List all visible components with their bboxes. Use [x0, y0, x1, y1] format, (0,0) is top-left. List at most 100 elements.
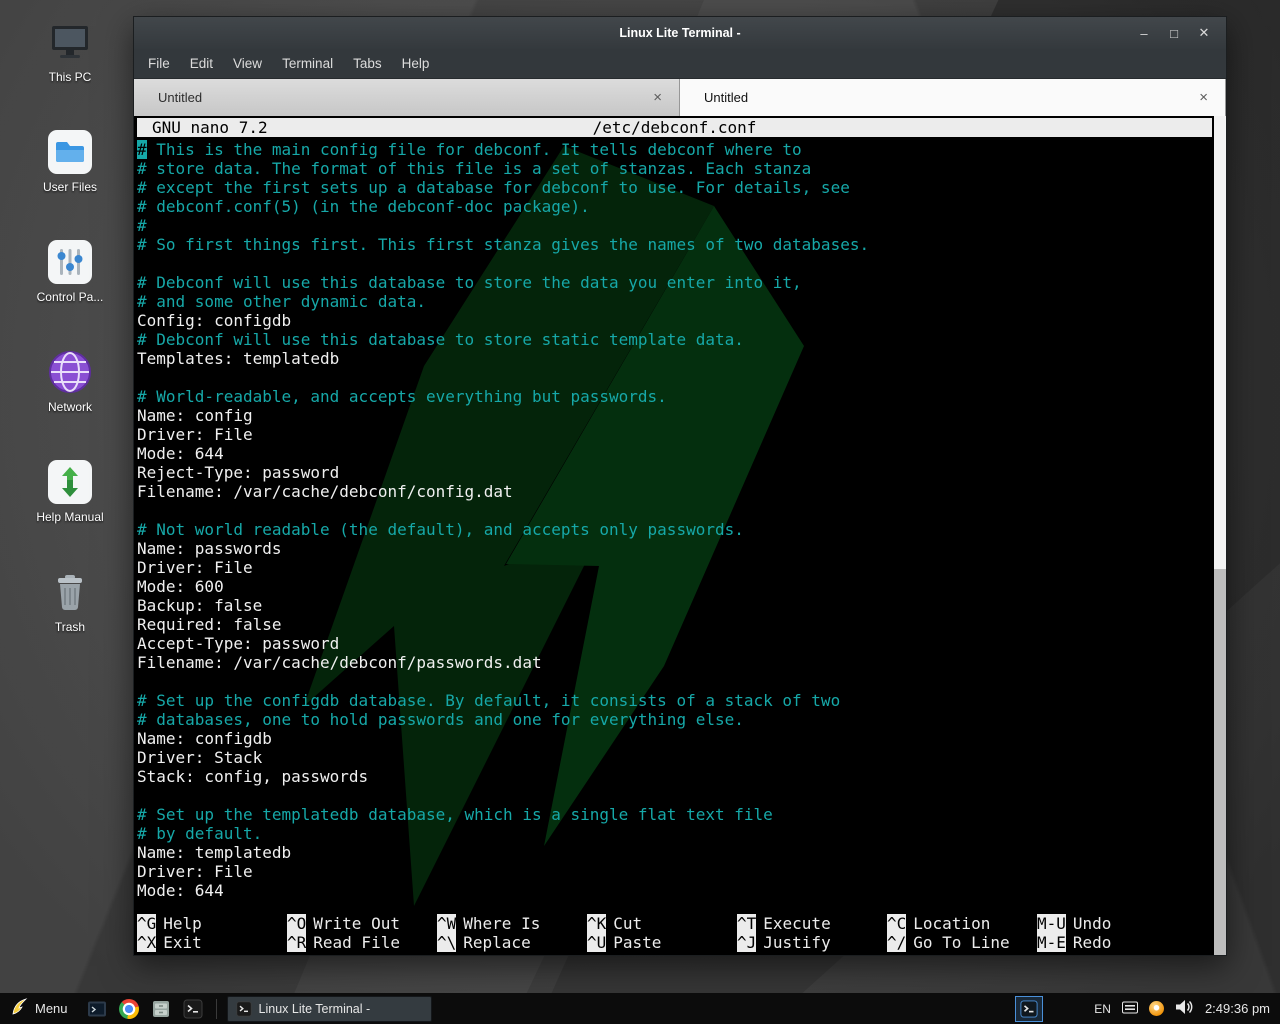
folder-icon: [46, 128, 94, 176]
shortcut-key: ^/: [887, 933, 906, 952]
keyboard-layout-label[interactable]: EN: [1094, 1002, 1111, 1016]
editor-line: # by default.: [137, 824, 1212, 843]
shortcut-go-to-line[interactable]: ^/Go To Line: [887, 933, 1037, 952]
desktop-icon-control-pa[interactable]: Control Pa...: [22, 238, 118, 304]
desktop-icon-network[interactable]: Network: [22, 348, 118, 414]
editor-line: Accept-Type: password: [137, 634, 1212, 653]
file-manager-icon[interactable]: [150, 998, 172, 1020]
terminal-icon[interactable]: [182, 998, 204, 1020]
control-panel-icon: [46, 238, 94, 286]
shortcut-where-is[interactable]: ^W Where Is: [437, 914, 587, 933]
shortcut-label: Undo: [1073, 914, 1112, 933]
shortcut-key: ^\: [437, 933, 456, 952]
terminal-window-icon[interactable]: [86, 998, 108, 1020]
desktop-icon-list: This PC User Files Control Pa... Network Hel…: [22, 18, 118, 634]
editor-line: Name: passwords: [137, 539, 1212, 558]
shortcut-key: M-U: [1037, 914, 1066, 933]
shortcut-replace[interactable]: ^\Replace: [437, 933, 587, 952]
editor-line: # except the first sets up a database fo…: [137, 178, 1212, 197]
shortcut-label: Redo: [1073, 933, 1112, 952]
shortcut-exit[interactable]: ^XExit: [137, 933, 287, 952]
shortcut-undo[interactable]: M-U Undo: [1037, 914, 1187, 933]
shortcut-execute[interactable]: ^T Execute: [737, 914, 887, 933]
task-button-label: Linux Lite Terminal -: [259, 1002, 371, 1016]
desktop-icon-help-manual[interactable]: Help Manual: [22, 458, 118, 524]
shortcut-key: ^G: [137, 914, 156, 933]
maximize-button[interactable]: □: [1160, 17, 1188, 49]
editor-content: # This is the main config file for debco…: [137, 140, 1212, 900]
desktop-icon-label: User Files: [43, 180, 97, 194]
terminal-scrollbar[interactable]: [1214, 116, 1226, 955]
tab-close-icon[interactable]: ×: [1196, 89, 1211, 106]
volume-icon[interactable]: [1175, 999, 1194, 1018]
trash-icon: [46, 568, 94, 616]
editor-line: Filename: /var/cache/debconf/config.dat: [137, 482, 1212, 501]
shortcut-justify[interactable]: ^JJustify: [737, 933, 887, 952]
editor-line: # World-readable, and accepts everything…: [137, 387, 1212, 406]
chrome-icon[interactable]: [118, 998, 140, 1020]
editor-line: Required: false: [137, 615, 1212, 634]
menu-file[interactable]: File: [138, 49, 180, 78]
menu-view[interactable]: View: [223, 49, 272, 78]
launcher-list: [80, 998, 210, 1020]
taskbar-window-button[interactable]: Linux Lite Terminal -: [227, 996, 432, 1022]
tab-close-icon[interactable]: ×: [650, 89, 665, 106]
terminal-area[interactable]: GNU nano 7.2 /etc/debconf.conf # This is…: [134, 116, 1226, 955]
keyboard-layout-icon[interactable]: [1122, 1001, 1138, 1017]
shortcut-key: ^J: [737, 933, 756, 952]
shortcut-key: ^K: [587, 914, 606, 933]
help-manual-icon: [46, 458, 94, 506]
shortcut-row: ^GHelp^O Write Out ^W Where Is ^K Cut ^T Execut…: [137, 914, 1210, 933]
editor-line: # Set up the templatedb database, which …: [137, 805, 1212, 824]
scrollbar-thumb[interactable]: [1214, 116, 1226, 569]
shortcut-label: Cut: [613, 914, 642, 933]
notification-icon[interactable]: [1149, 1001, 1164, 1016]
menu-button[interactable]: Menu: [0, 993, 80, 1024]
shortcut-help[interactable]: ^GHelp: [137, 914, 287, 933]
editor-line: Driver: Stack: [137, 748, 1212, 767]
menu-terminal[interactable]: Terminal: [272, 49, 343, 78]
terminal-window: Linux Lite Terminal - – □ ✕ FileEditView…: [133, 16, 1227, 956]
shortcut-label: Where Is: [463, 914, 540, 933]
editor-line: Name: configdb: [137, 729, 1212, 748]
clock[interactable]: 2:49:36 pm: [1205, 1001, 1270, 1016]
shortcut-location[interactable]: ^CLocation: [887, 914, 1037, 933]
shortcut-redo[interactable]: M-ERedo: [1037, 933, 1187, 952]
editor-line: Config: configdb: [137, 311, 1212, 330]
shortcut-key: ^T: [737, 914, 756, 933]
shortcut-label: Write Out: [313, 914, 400, 933]
shortcut-label: Location: [913, 914, 990, 933]
network-icon: [46, 348, 94, 396]
active-terminal-tray-icon[interactable]: [1015, 996, 1043, 1022]
menu-help[interactable]: Help: [392, 49, 440, 78]
shortcut-write-out[interactable]: ^O Write Out: [287, 914, 437, 933]
shortcut-key: ^W: [437, 914, 456, 933]
shortcut-label: Execute: [763, 914, 830, 933]
tab-2[interactable]: Untitled×: [680, 79, 1226, 116]
shortcut-paste[interactable]: ^UPaste: [587, 933, 737, 952]
shortcut-read-file[interactable]: ^RRead File: [287, 933, 437, 952]
menu-edit[interactable]: Edit: [180, 49, 223, 78]
editor-line: # databases, one to hold passwords and o…: [137, 710, 1212, 729]
taskbar: Menu Linux Lite Terminal - EN 2:49:36 pm: [0, 993, 1280, 1024]
shortcut-label: Paste: [613, 933, 661, 952]
desktop-icon-trash[interactable]: Trash: [22, 568, 118, 634]
shortcut-cut[interactable]: ^K Cut: [587, 914, 737, 933]
window-titlebar[interactable]: Linux Lite Terminal - – □ ✕: [134, 17, 1226, 49]
desktop-icon-this-pc[interactable]: This PC: [22, 18, 118, 84]
editor-line: Templates: templatedb: [137, 349, 1212, 368]
editor-line: [137, 254, 1212, 273]
nano-version: GNU nano 7.2: [152, 118, 268, 137]
minimize-button[interactable]: –: [1130, 17, 1158, 49]
desktop-icon-user-files[interactable]: User Files: [22, 128, 118, 194]
editor-line: [137, 368, 1212, 387]
editor-line: # So first things first. This first stan…: [137, 235, 1212, 254]
editor-line: # Not world readable (the default), and …: [137, 520, 1212, 539]
menu-tabs[interactable]: Tabs: [343, 49, 392, 78]
shortcut-key: ^O: [287, 914, 306, 933]
editor-line: # This is the main config file for debco…: [137, 140, 1212, 159]
tab-1[interactable]: Untitled×: [134, 79, 680, 116]
shortcut-key: ^R: [287, 933, 306, 952]
editor-line: Name: config: [137, 406, 1212, 425]
close-button[interactable]: ✕: [1190, 17, 1218, 49]
